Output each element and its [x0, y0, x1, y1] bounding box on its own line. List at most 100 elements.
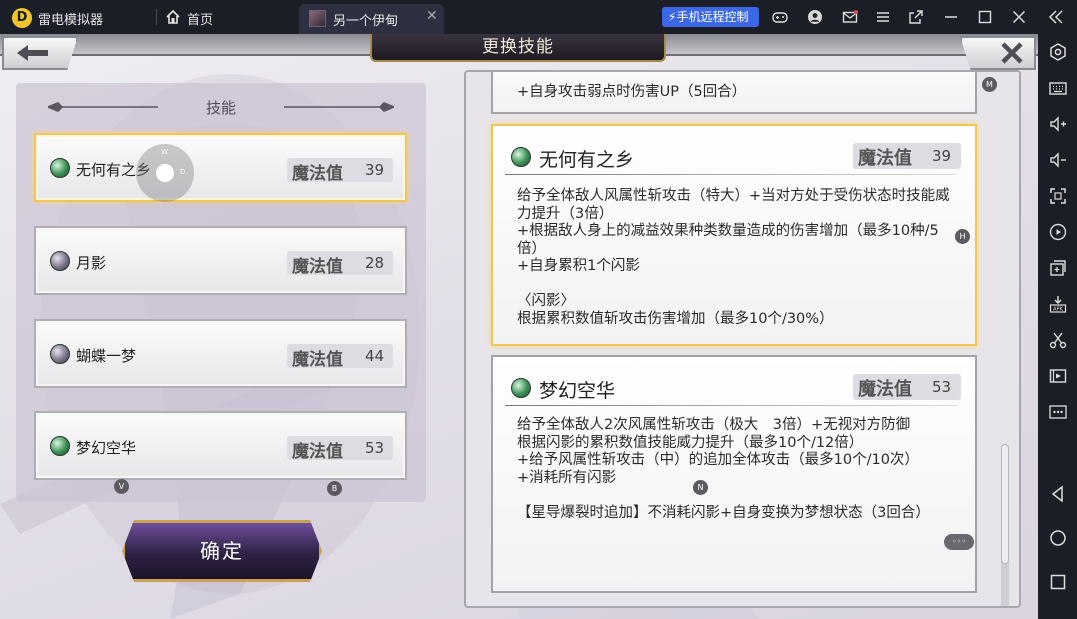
key-hint-m: M: [982, 77, 997, 92]
user-avatar-icon[interactable]: [807, 9, 823, 25]
skill-name: 蝴蝶一梦: [76, 347, 137, 365]
wind-gem-icon: [511, 147, 531, 167]
detail-scrollbar-thumb[interactable]: [1001, 444, 1009, 564]
moon-gem-icon: [50, 251, 70, 271]
multi-instance-icon[interactable]: [1048, 258, 1068, 278]
skill-name: 梦幻空华: [76, 439, 137, 457]
maximize-icon[interactable]: [977, 9, 993, 25]
remote-control-button[interactable]: ⚡手机远程控制: [662, 7, 759, 27]
home-tab-label[interactable]: 首页: [187, 9, 213, 28]
tab-game-label: 另一个伊甸: [333, 14, 399, 29]
skill-detail-panel[interactable]: +自身攻击弱点时伤害UP（5回合） 无何有之乡 魔法值 39 给予全体敌人风属性…: [464, 70, 1021, 608]
detail-mp-box: 魔法值 53: [853, 374, 961, 400]
butterfly-gem-icon: [50, 344, 70, 364]
minimize-icon[interactable]: [943, 9, 959, 25]
mp-value: 39: [932, 147, 952, 165]
detail-skill-desc: 给予全体敌人风属性斩攻击（特大）+当对方处于受伤状态时技能威力提升（3倍） +根…: [517, 188, 950, 327]
key-hint-v: V: [114, 479, 129, 494]
confirm-button[interactable]: 确定: [122, 520, 322, 582]
header-ornament-right-icon: [284, 102, 394, 112]
mp-value: 44: [365, 347, 385, 365]
scissors-icon[interactable]: [1048, 330, 1068, 350]
detail-skill-name: 梦幻空华: [539, 380, 616, 402]
key-hint-b: B: [327, 481, 342, 496]
emulator-logo-icon: D: [12, 8, 32, 28]
emulator-sidebar: APK: [1038, 34, 1077, 619]
joystick-d-label: D: [180, 168, 186, 176]
mp-value: 39: [365, 161, 385, 179]
collapse-sidebar-icon[interactable]: [1048, 9, 1064, 25]
skill-mp-box: 魔法值 44: [287, 344, 393, 370]
skill-mp-box: 魔法值 28: [287, 251, 393, 277]
back-arrow-icon: [17, 45, 48, 61]
titlebar-divider: [156, 9, 157, 25]
remote-control-label: 手机远程控制: [676, 10, 749, 24]
tab-game[interactable]: 另一个伊甸 ✕: [299, 4, 444, 34]
detail-skill-desc: 给予全体敌人2次风属性斩攻击（极大 3倍）+无视对方防御 根据闪影的累积数值技能…: [517, 417, 930, 521]
gamepad-icon[interactable]: [772, 9, 788, 25]
mp-value: 28: [365, 254, 385, 272]
detail-skill-name: 无何有之乡: [539, 149, 635, 171]
skill-item-3[interactable]: 梦幻空华 魔法值 53: [34, 411, 407, 480]
close-button[interactable]: [960, 36, 1036, 70]
mp-value: 53: [932, 378, 952, 396]
detail-scrollbar[interactable]: [1001, 444, 1009, 606]
joystick-thumb[interactable]: [156, 164, 174, 182]
video-icon[interactable]: [1048, 366, 1068, 386]
skill-item-1[interactable]: 月影 魔法值 28: [34, 226, 407, 295]
skill-list-header: 技能: [16, 97, 426, 117]
external-window-icon[interactable]: [908, 9, 924, 25]
skill-detail-card-1: 梦幻空华 魔法值 53 给予全体敌人2次风属性斩攻击（极大 3倍）+无视对方防御…: [491, 355, 977, 593]
keyboard-icon[interactable]: [1048, 78, 1068, 98]
settings-gear-icon[interactable]: [1048, 42, 1068, 62]
mp-label: 魔法值: [292, 442, 343, 462]
wind-gem-icon: [511, 378, 531, 398]
android-home-icon[interactable]: [1048, 528, 1068, 548]
mp-label: 魔法值: [292, 164, 343, 184]
app-name: 雷电模拟器: [38, 13, 104, 28]
menu-icon[interactable]: [875, 9, 891, 25]
swipe-hint-icon: ◦◦◦: [944, 534, 974, 550]
mp-label: 魔法值: [858, 148, 912, 169]
joystick-w-label: W: [161, 148, 168, 156]
mp-label: 魔法值: [292, 350, 343, 370]
virtual-joystick[interactable]: W D: [136, 144, 194, 202]
skill-detail-card-0: 无何有之乡 魔法值 39 给予全体敌人风属性斩攻击（特大）+当对方处于受伤状态时…: [491, 124, 977, 346]
skill-mp-box: 魔法值 53: [287, 436, 393, 462]
tab-close-icon[interactable]: ✕: [426, 8, 438, 24]
emulator-titlebar: D 雷电模拟器 首页 另一个伊甸 ✕ ⚡手机远程控制: [0, 0, 1077, 34]
record-play-icon[interactable]: [1048, 222, 1068, 242]
skill-name: 月影: [76, 254, 107, 272]
mail-icon[interactable]: [842, 9, 858, 25]
wind-gem-icon: [50, 158, 70, 178]
mp-label: 魔法值: [858, 379, 912, 400]
game-screen: 更换技能 技能 无何有之乡 魔法值 39 月影 魔法值 28 蝴蝶一梦 魔法值 …: [0, 34, 1038, 619]
previous-skill-card: +自身攻击弱点时伤害UP（5回合）: [491, 72, 977, 114]
mp-value: 53: [365, 439, 385, 457]
svg-text:APK: APK: [1053, 307, 1063, 313]
skill-item-0[interactable]: 无何有之乡 魔法值 39: [34, 133, 407, 202]
apk-install-icon[interactable]: APK: [1048, 294, 1068, 314]
skill-item-2[interactable]: 蝴蝶一梦 魔法值 44: [34, 319, 407, 388]
key-hint-n: N: [693, 480, 708, 495]
close-window-icon[interactable]: [1011, 9, 1027, 25]
card-divider: [505, 174, 957, 175]
previous-skill-desc-tail: +自身攻击弱点时伤害UP（5回合）: [517, 84, 747, 100]
skill-mp-box: 魔法值 39: [287, 158, 393, 184]
back-button[interactable]: [2, 36, 78, 70]
volume-up-icon[interactable]: [1048, 114, 1068, 134]
volume-down-icon[interactable]: [1048, 150, 1068, 170]
home-icon[interactable]: [165, 9, 181, 25]
fullscreen-icon[interactable]: [1048, 186, 1068, 206]
wind-gem-icon: [50, 436, 70, 456]
android-back-icon[interactable]: [1048, 484, 1068, 504]
key-hint-h: H: [955, 229, 970, 244]
game-thumbnail-icon: [309, 10, 326, 27]
more-options-icon[interactable]: [1048, 402, 1068, 422]
detail-mp-box: 魔法值 39: [853, 143, 961, 169]
page-title: 更换技能: [370, 34, 666, 62]
card-divider: [505, 405, 957, 406]
mp-label: 魔法值: [292, 257, 343, 277]
close-x-icon: [1001, 42, 1023, 64]
android-recents-icon[interactable]: [1048, 572, 1068, 592]
